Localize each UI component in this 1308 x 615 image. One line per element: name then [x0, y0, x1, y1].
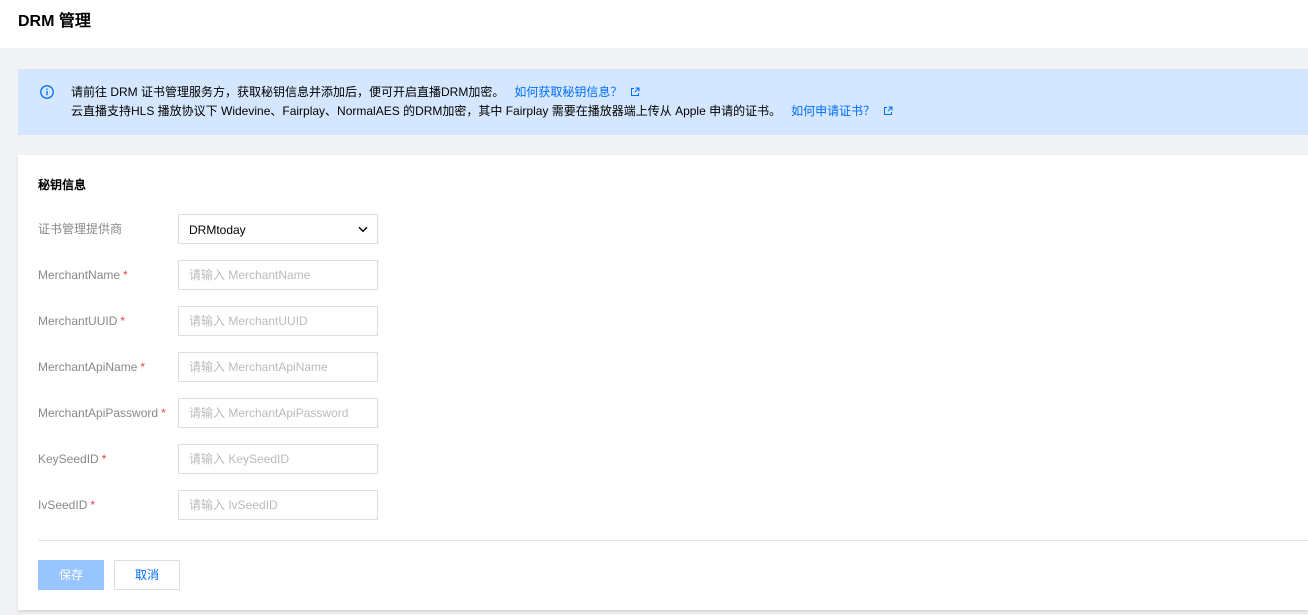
- key-seed-id-input[interactable]: [178, 444, 378, 474]
- key-seed-id-row: KeySeedID *: [18, 444, 518, 474]
- divider: [38, 540, 1308, 541]
- section-title: 秘钥信息: [38, 178, 87, 192]
- merchant-uuid-row: MerchantUUID *: [18, 306, 518, 336]
- provider-select-value: DRMtoday: [189, 223, 246, 237]
- external-link-icon: [631, 87, 640, 96]
- merchant-name-label: MerchantName *: [38, 268, 128, 282]
- merchant-uuid-label: MerchantUUID *: [38, 314, 126, 328]
- iv-seed-id-label: IvSeedID *: [38, 498, 96, 512]
- required-mark: *: [161, 406, 166, 420]
- provider-row: 证书管理提供商 DRMtoday: [18, 214, 518, 244]
- chevron-down-icon: [358, 226, 368, 233]
- provider-label: 证书管理提供商: [38, 222, 123, 236]
- page-header: DRM 管理: [0, 0, 1308, 48]
- merchant-api-name-label: MerchantApiName *: [38, 360, 146, 374]
- merchant-api-name-row: MerchantApiName *: [18, 352, 518, 382]
- notice-line-2: 云直播支持HLS 播放协议下 Widevine、Fairplay、NormalA…: [71, 103, 893, 119]
- merchant-api-password-row: MerchantApiPassword *: [18, 398, 518, 428]
- notice-line-1: 请前往 DRM 证书管理服务方，获取秘钥信息并添加后，便可开启直播DRM加密。如…: [71, 84, 640, 100]
- cancel-button[interactable]: 取消: [114, 560, 180, 590]
- required-mark: *: [123, 268, 128, 282]
- info-icon: [40, 85, 54, 99]
- notice-text-2: 云直播支持HLS 播放协议下 Widevine、Fairplay、NormalA…: [71, 104, 782, 118]
- key-seed-id-label: KeySeedID *: [38, 452, 107, 466]
- notice-text-1: 请前往 DRM 证书管理服务方，获取秘钥信息并添加后，便可开启直播DRM加密。: [71, 85, 505, 99]
- merchant-api-password-label: MerchantApiPassword *: [38, 406, 166, 420]
- merchant-uuid-input[interactable]: [178, 306, 378, 336]
- required-mark: *: [120, 314, 126, 328]
- notice-banner: 请前往 DRM 证书管理服务方，获取秘钥信息并添加后，便可开启直播DRM加密。如…: [18, 69, 1308, 135]
- iv-seed-id-row: IvSeedID *: [18, 490, 518, 520]
- apply-certificate-link[interactable]: 如何申请证书？: [791, 104, 893, 118]
- save-button[interactable]: 保存: [38, 560, 104, 590]
- iv-seed-id-input[interactable]: [178, 490, 378, 520]
- required-mark: *: [140, 360, 146, 374]
- external-link-icon: [884, 106, 893, 115]
- required-mark: *: [101, 452, 107, 466]
- provider-select[interactable]: DRMtoday: [178, 214, 378, 244]
- required-mark: *: [90, 498, 96, 512]
- merchant-name-row: MerchantName *: [18, 260, 518, 290]
- merchant-name-input[interactable]: [178, 260, 378, 290]
- get-key-info-link[interactable]: 如何获取秘钥信息？: [514, 85, 640, 99]
- merchant-api-password-input[interactable]: [178, 398, 378, 428]
- key-info-card: 秘钥信息 证书管理提供商 DRMtoday MerchantName* Merc…: [18, 155, 1308, 610]
- merchant-api-name-input[interactable]: [178, 352, 378, 382]
- page-title: DRM 管理: [18, 13, 91, 30]
